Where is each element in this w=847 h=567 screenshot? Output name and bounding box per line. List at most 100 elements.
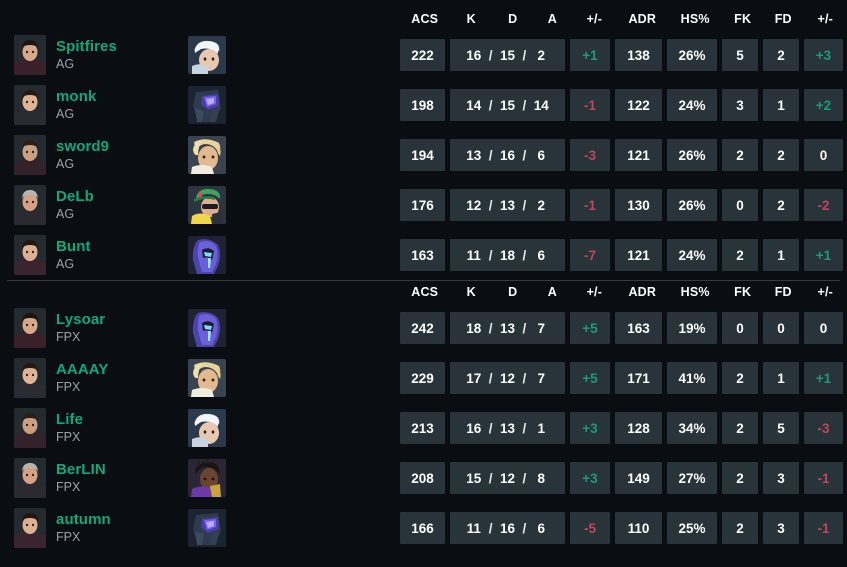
column-header-fk[interactable]: FK (722, 12, 763, 26)
kda-separator: / (488, 320, 493, 336)
player-row[interactable]: Life FPX 213 16 / 13 / 1 +3 128 34% 2 5 -3 (0, 403, 847, 453)
player-row[interactable]: DeLb AG 176 12/13/2 -1 130 26% 0 2 -2 (0, 180, 847, 230)
player-name-block: DeLb AG (56, 189, 94, 221)
player-identity[interactable]: monk AG (0, 80, 188, 130)
stat-adr: 171 (615, 362, 662, 394)
player-row[interactable]: BerLIN FPX 208 15 / 12 / 8 +3 149 27% 2 3 -1 (0, 453, 847, 503)
stat-fk-fd-diff: +2 (804, 89, 843, 121)
player-identity[interactable]: AAAAY FPX (0, 353, 188, 403)
column-header-acs[interactable]: ACS (400, 285, 449, 299)
stat-hs-percent: 19% (667, 312, 717, 344)
player-name[interactable]: BerLIN (56, 462, 106, 478)
player-identity[interactable]: Spitfires AG (0, 30, 188, 80)
column-header-d[interactable]: D (493, 12, 533, 26)
player-name[interactable]: Bunt (56, 239, 91, 255)
agent-cell (188, 459, 400, 497)
stat-acs: 176 (400, 189, 445, 221)
player-name[interactable]: Lysoar (56, 312, 105, 328)
stat-first-kills: 2 (722, 139, 758, 171)
column-header-hs[interactable]: HS% (668, 285, 722, 299)
player-avatar (14, 358, 46, 398)
player-name-block: Life FPX (56, 412, 83, 444)
column-header-pm2[interactable]: +/- (804, 12, 847, 26)
kayo-agent-icon[interactable] (188, 86, 226, 124)
player-name[interactable]: AAAAY (56, 362, 108, 378)
player-identity[interactable]: Lysoar FPX (0, 303, 188, 353)
stat-a: 1 (537, 420, 546, 436)
kda-separator: / (522, 320, 527, 336)
player-stats: 163 11 / 18 / 6 -7 121 24% 2 1 +1 (400, 230, 843, 280)
player-row[interactable]: Bunt AG 163 11 / 18 / 6 -7 121 24% 2 1 +1 (0, 230, 847, 280)
player-stats: 166 11 / 16 / 6 -5 110 25% 2 3 -1 (400, 503, 843, 553)
jett-agent-icon[interactable] (188, 409, 226, 447)
top-spacer (0, 0, 847, 8)
omen-agent-icon[interactable] (188, 309, 226, 347)
stat-acs: 194 (400, 139, 445, 171)
stat-d: 16 (499, 520, 516, 536)
player-row[interactable]: Spitfires AG 222 16/15/2 +1 138 26% 5 2 +3 (0, 30, 847, 80)
column-header-d[interactable]: D (493, 285, 533, 299)
player-name[interactable]: monk (56, 89, 96, 105)
breach-agent-icon[interactable] (188, 359, 226, 397)
stat-first-deaths: 1 (763, 362, 799, 394)
stat-a: 2 (537, 197, 546, 213)
player-name[interactable]: sword9 (56, 139, 109, 155)
stat-hs-percent: 25% (667, 512, 717, 544)
player-name[interactable]: autumn (56, 512, 111, 528)
agent-cell (188, 86, 400, 124)
player-stats: 242 18/13/7 +5 163 19% 0 0 0 (400, 303, 843, 353)
player-name[interactable]: Spitfires (56, 39, 117, 55)
player-identity[interactable]: DeLb AG (0, 180, 188, 230)
breach-agent-icon[interactable] (188, 136, 226, 174)
player-row[interactable]: Lysoar FPX 242 18/13/7 +5 163 19% 0 0 0 (0, 303, 847, 353)
stat-k: 15 (466, 470, 482, 486)
column-header-fd[interactable]: FD (763, 285, 804, 299)
player-identity[interactable]: BerLIN FPX (0, 453, 188, 503)
player-identity[interactable]: Life FPX (0, 403, 188, 453)
player-row[interactable]: autumn FPX 166 11 / 16 / 6 -5 110 25% 2 3 -1 (0, 503, 847, 553)
stat-fk-fd-diff: +1 (804, 239, 843, 271)
stat-first-kills: 2 (722, 239, 758, 271)
omen-agent-icon[interactable] (188, 236, 226, 274)
stat-hs-percent: 34% (667, 412, 717, 444)
team-block-fpx: ACS K D A +/- ADR HS% FK FD +/- Lysoar FPX 242 18/13/… (0, 280, 847, 553)
column-header-fd[interactable]: FD (763, 12, 804, 26)
column-header-adr[interactable]: ADR (617, 285, 668, 299)
jett-agent-icon[interactable] (188, 36, 226, 74)
stat-fk-fd-diff: 0 (804, 139, 843, 171)
player-name-block: Lysoar FPX (56, 312, 105, 344)
player-row[interactable]: AAAAY FPX 229 17 / 12 / 7 +5 171 41% 2 1 +1 (0, 353, 847, 403)
stat-kda: 17 / 12 / 7 (450, 362, 565, 394)
column-header-k[interactable]: K (449, 285, 493, 299)
stat-first-kills: 2 (722, 412, 758, 444)
column-header-k[interactable]: K (449, 12, 493, 26)
player-team-tag: FPX (56, 479, 81, 494)
stat-kda: 16 / 15 / 2 (450, 39, 565, 71)
kda-separator: / (488, 197, 493, 213)
player-identity[interactable]: sword9 AG (0, 130, 188, 180)
column-header-a[interactable]: A (533, 285, 573, 299)
player-identity[interactable]: autumn FPX (0, 503, 188, 553)
skye-agent-icon[interactable] (188, 459, 226, 497)
player-name[interactable]: DeLb (56, 189, 94, 205)
stat-acs: 222 (400, 39, 445, 71)
column-header-hs[interactable]: HS% (668, 12, 722, 26)
player-name[interactable]: Life (56, 412, 83, 428)
column-header-adr[interactable]: ADR (617, 12, 668, 26)
column-header-pm1[interactable]: +/- (572, 285, 617, 299)
player-stats: 176 12/13/2 -1 130 26% 0 2 -2 (400, 180, 843, 230)
column-header-pm1[interactable]: +/- (572, 12, 617, 26)
stat-k: 17 (466, 370, 482, 386)
column-header-acs[interactable]: ACS (400, 12, 449, 26)
column-header-a[interactable]: A (533, 12, 573, 26)
killjoy-agent-icon[interactable] (188, 186, 226, 224)
player-row[interactable]: sword9 AG 194 13/16/6 -3 121 26% 2 2 0 (0, 130, 847, 180)
column-header-fk[interactable]: FK (722, 285, 763, 299)
player-identity[interactable]: Bunt AG (0, 230, 188, 280)
column-header-pm2[interactable]: +/- (804, 285, 847, 299)
kayo-agent-icon[interactable] (188, 509, 226, 547)
stat-acs: 229 (400, 362, 445, 394)
stat-acs: 242 (400, 312, 445, 344)
player-row[interactable]: monk AG 198 14 / 15 / 14 -1 122 24% 3 1 +2 (0, 80, 847, 130)
agent-cell (188, 186, 400, 224)
